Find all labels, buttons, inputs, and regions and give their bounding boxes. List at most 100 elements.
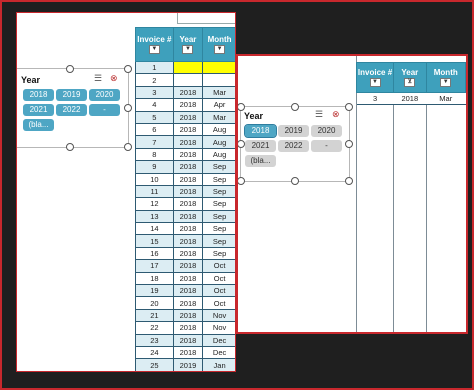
- table-row[interactable]: 25 2019 Jan: [135, 358, 235, 371]
- year-cell[interactable]: 2018: [172, 122, 204, 137]
- year-cell[interactable]: 2018: [172, 110, 204, 124]
- table-row[interactable]: 2: [135, 73, 235, 87]
- resize-handle[interactable]: [66, 143, 74, 151]
- year-cell[interactable]: 2018: [172, 172, 204, 186]
- row-number-cell[interactable]: 20: [135, 296, 174, 310]
- clear-filter-icon[interactable]: ⊗: [110, 73, 118, 84]
- slicer-option-2019[interactable]: 2019: [56, 89, 87, 101]
- year-cell[interactable]: 2018: [172, 184, 204, 199]
- month-cell[interactable]: Sep: [202, 197, 235, 211]
- resize-handle[interactable]: [345, 177, 353, 185]
- row-number-cell[interactable]: 15: [135, 234, 174, 248]
- month-cell[interactable]: Sep: [202, 172, 235, 186]
- table-row[interactable]: 15 2018 Sep: [135, 234, 235, 248]
- year-slicer-back[interactable]: Year ☰ ⊗ 2018 2019 2020 2021 2022 - (bla…: [17, 65, 132, 151]
- resize-handle[interactable]: [291, 177, 299, 185]
- header-year[interactable]: Year ▼: [172, 27, 204, 62]
- table-row[interactable]: 16 2018 Sep: [135, 246, 235, 261]
- row-number-cell[interactable]: 14: [135, 222, 174, 236]
- resize-handle[interactable]: [124, 143, 132, 151]
- slicer-option-2018[interactable]: 2018: [23, 89, 54, 101]
- year-cell[interactable]: 2018: [172, 271, 204, 286]
- year-cell[interactable]: 2018: [172, 160, 204, 174]
- year-cell[interactable]: [172, 60, 204, 75]
- slicer-option-2022[interactable]: 2022: [278, 140, 309, 152]
- resize-handle[interactable]: [238, 103, 245, 111]
- row-number-cell[interactable]: 17: [135, 259, 174, 273]
- slicer-option-2020[interactable]: 2020: [311, 125, 342, 137]
- row-number-cell[interactable]: 19: [135, 284, 174, 298]
- table-row[interactable]: 7 2018 Aug: [135, 135, 235, 149]
- month-cell[interactable]: Nov: [202, 321, 235, 335]
- slicer-option-blank[interactable]: (bla...: [23, 119, 54, 131]
- table-row[interactable]: 6 2018 Aug: [135, 122, 235, 137]
- slicer-option-2021[interactable]: 2021: [23, 104, 54, 116]
- year-cell[interactable]: 2018: [172, 345, 204, 360]
- year-cell[interactable]: 2018: [172, 98, 204, 112]
- row-number-cell[interactable]: 6: [135, 122, 174, 137]
- multi-select-icon[interactable]: ☰: [94, 73, 102, 84]
- month-cell[interactable]: Sep: [202, 234, 235, 248]
- month-cell[interactable]: Oct: [202, 284, 235, 298]
- month-cell[interactable]: Mar: [202, 110, 235, 124]
- header-invoice[interactable]: Invoice # ▼: [135, 27, 174, 62]
- year-cell[interactable]: 2018: [172, 296, 204, 310]
- month-cell[interactable]: Oct: [202, 296, 235, 310]
- table-row[interactable]: 3 2018 Mar: [135, 85, 235, 100]
- month-cell[interactable]: Sep: [202, 184, 235, 199]
- dropdown-arrow-icon[interactable]: ▼: [148, 44, 160, 54]
- table-row[interactable]: 21 2018 Nov: [135, 308, 235, 323]
- row-number-cell[interactable]: 3: [135, 85, 174, 100]
- row-number-cell[interactable]: 25: [135, 358, 174, 371]
- header-month[interactable]: Month ▼: [425, 62, 466, 93]
- month-cell[interactable]: Dec: [202, 345, 235, 360]
- month-cell[interactable]: Dec: [202, 333, 235, 348]
- month-cell[interactable]: Nov: [202, 308, 235, 323]
- row-number-cell[interactable]: 21: [135, 308, 174, 323]
- year-cell[interactable]: 2018: [172, 209, 204, 224]
- year-cell[interactable]: 2018: [172, 246, 204, 261]
- slicer-option-2019[interactable]: 2019: [278, 125, 309, 137]
- row-number-cell[interactable]: 4: [135, 98, 174, 112]
- table-row[interactable]: 11 2018 Sep: [135, 184, 235, 199]
- year-cell[interactable]: 2018: [172, 85, 204, 100]
- month-cell[interactable]: Jan: [202, 358, 235, 371]
- row-number-cell[interactable]: 16: [135, 246, 174, 261]
- resize-handle[interactable]: [238, 177, 245, 185]
- slicer-option-2021[interactable]: 2021: [245, 140, 276, 152]
- table-row[interactable]: 9 2018 Sep: [135, 160, 235, 174]
- year-cell[interactable]: [172, 73, 204, 87]
- month-cell[interactable]: Sep: [202, 160, 235, 174]
- row-number-cell[interactable]: 24: [135, 345, 174, 360]
- table-row[interactable]: 8 2018 Aug: [135, 147, 235, 162]
- table-row[interactable]: 1: [135, 60, 235, 75]
- resize-handle[interactable]: [345, 140, 353, 148]
- header-invoice[interactable]: Invoice # ▼: [355, 62, 395, 93]
- row-number-cell[interactable]: 2: [135, 73, 174, 87]
- month-cell[interactable]: Aug: [202, 135, 235, 149]
- table-row[interactable]: 19 2018 Oct: [135, 284, 235, 298]
- month-cell[interactable]: Apr: [202, 98, 235, 112]
- row-number-cell[interactable]: 23: [135, 333, 174, 348]
- year-cell[interactable]: 2019: [172, 358, 204, 371]
- table-row[interactable]: 10 2018 Sep: [135, 172, 235, 186]
- table-row[interactable]: 14 2018 Sep: [135, 222, 235, 236]
- row-number-cell[interactable]: 13: [135, 209, 174, 224]
- year-cell[interactable]: 2018: [172, 284, 204, 298]
- table-row[interactable]: 22 2018 Nov: [135, 321, 235, 335]
- resize-handle[interactable]: [291, 103, 299, 111]
- resize-handle[interactable]: [124, 104, 132, 112]
- year-cell[interactable]: 2018: [172, 197, 204, 211]
- row-number-cell[interactable]: 18: [135, 271, 174, 286]
- year-cell[interactable]: 2018: [172, 333, 204, 348]
- dropdown-arrow-icon[interactable]: ▼: [182, 44, 194, 54]
- month-cell[interactable]: Aug: [202, 122, 235, 137]
- row-number-cell[interactable]: 10: [135, 172, 174, 186]
- year-cell[interactable]: 2018: [172, 147, 204, 162]
- table-row[interactable]: 24 2018 Dec: [135, 345, 235, 360]
- month-cell[interactable]: Sep: [202, 209, 235, 224]
- month-cell[interactable]: Oct: [202, 271, 235, 286]
- row-number-cell[interactable]: 1: [135, 60, 174, 75]
- dropdown-arrow-icon[interactable]: ▼: [214, 44, 226, 54]
- year-cell[interactable]: 2018: [172, 234, 204, 248]
